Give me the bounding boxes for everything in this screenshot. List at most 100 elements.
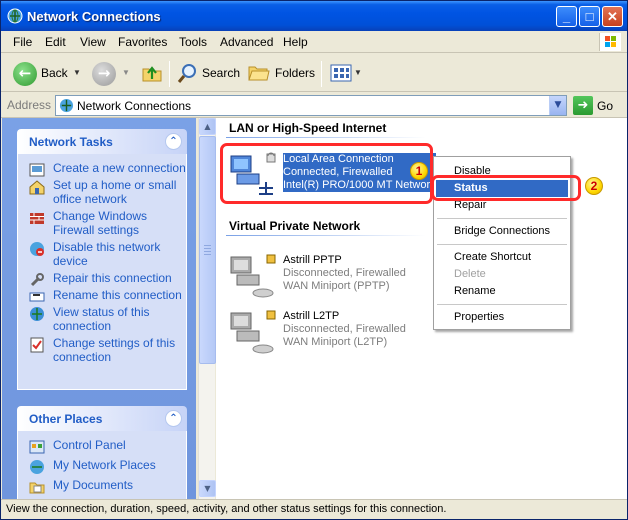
back-dropdown-icon[interactable]: ▼ [73,60,81,86]
rename-icon [29,292,45,302]
menu-help[interactable]: Help [283,35,308,49]
network-tasks-panel: Network Tasks ⌃ Create a new connection … [17,129,187,390]
home-network-icon [29,180,45,195]
connection-status: Disconnected, Firewalled [283,323,406,335]
views-dropdown-icon[interactable]: ▼ [354,60,362,86]
connection-device: WAN Miniport (L2TP) [283,336,388,348]
address-dropdown-icon[interactable]: ▼ [549,96,566,115]
address-bar: Address Network Connections ▼ ➜ Go [1,93,627,118]
disable-device-icon [30,242,44,256]
toolbar-separator [321,61,322,87]
task-create-connection[interactable]: Create a new connection [18,161,186,177]
status-icon [30,307,44,321]
status-text: View the connection, duration, speed, ac… [6,503,447,515]
toolbar: ← Back ▼ → ▼ Search Folders ▼ [1,54,627,92]
task-change-settings[interactable]: Change settings of this connection [18,336,186,364]
task-repair-connection[interactable]: Repair this connection [18,271,186,287]
group-lan-title: LAN or High-Speed Internet [229,121,387,135]
new-connection-icon [29,163,45,177]
address-value: Network Connections [77,99,192,113]
go-arrow-icon[interactable]: ➜ [573,96,593,115]
annotation-badge-2: 2 [585,177,603,195]
back-arrow-icon[interactable]: ← [13,62,37,86]
window-title: Network Connections [27,9,161,24]
other-places-panel: Other Places ⌃ Control Panel My Network … [17,406,187,499]
group-divider [226,137,426,138]
firewall-icon [30,213,44,224]
other-places-title: Other Places [29,412,103,426]
task-disable-device[interactable]: Disable this network device [18,240,186,268]
address-field[interactable]: Network Connections ▼ [55,95,567,116]
vpn-connection-icon [230,254,276,298]
title-bar[interactable]: Network Connections _ □ ✕ [1,1,627,31]
task-firewall-settings[interactable]: Change Windows Firewall settings [18,209,186,237]
connection-name: Astrill PPTP [283,254,342,266]
status-bar: View the connection, duration, speed, ac… [1,499,627,519]
task-pane-scrollbar[interactable]: ▲ ▼ [198,118,216,499]
scroll-up-icon[interactable]: ▲ [199,118,216,135]
menu-view[interactable]: View [80,35,106,49]
network-connections-icon [59,98,74,113]
repair-icon [30,273,44,287]
menu-edit[interactable]: Edit [45,35,66,49]
annotation-badge-1: 1 [410,162,428,180]
menu-item-rename[interactable]: Rename [436,283,568,300]
forward-arrow-icon[interactable]: → [92,62,116,86]
menu-item-properties[interactable]: Properties [436,309,568,326]
network-tasks-header[interactable]: Network Tasks ⌃ [17,129,187,154]
forward-dropdown-icon[interactable]: ▼ [122,60,130,86]
scroll-down-icon[interactable]: ▼ [199,480,216,497]
folders-button[interactable]: Folders [275,60,315,86]
close-button[interactable]: ✕ [602,6,623,27]
collapse-chevron-icon[interactable]: ⌃ [165,133,182,150]
place-my-documents[interactable]: My Documents [18,478,186,494]
folders-icon[interactable] [248,63,270,83]
task-home-network[interactable]: Set up a home or small office network [18,178,186,206]
address-label: Address [7,98,52,112]
menu-separator [437,218,567,219]
connection-astrill-l2tp[interactable]: Astrill L2TP Disconnected, Firewalled WA… [229,307,429,357]
place-my-network-places[interactable]: My Network Places [18,458,186,474]
annotation-box-status [431,175,581,201]
other-places-list: Control Panel My Network Places My Docum… [17,431,187,499]
menu-separator [437,244,567,245]
menu-item-bridge-connections[interactable]: Bridge Connections [436,223,568,240]
minimize-button[interactable]: _ [556,6,577,27]
group-divider [226,235,426,236]
menu-file[interactable]: File [13,35,32,49]
place-control-panel[interactable]: Control Panel [18,438,186,454]
network-tasks-list: Create a new connection Set up a home or… [17,154,187,390]
maximize-button[interactable]: □ [579,6,600,27]
vpn-connection-icon [230,310,276,354]
back-button[interactable]: Back [41,60,68,86]
menu-item-delete: Delete [454,268,486,280]
collapse-chevron-icon[interactable]: ⌃ [165,410,182,427]
connection-device: WAN Miniport (PPTP) [283,280,390,292]
toolbar-separator [169,61,170,87]
connection-astrill-pptp[interactable]: Astrill PPTP Disconnected, Firewalled WA… [229,251,429,301]
network-places-icon [30,460,44,474]
control-panel-icon [29,440,45,454]
documents-icon [29,482,45,494]
menu-item-create-shortcut[interactable]: Create Shortcut [436,249,568,266]
menu-separator [437,304,567,305]
windows-logo-icon [599,33,621,51]
task-rename-connection[interactable]: Rename this connection [18,288,186,302]
group-vpn-title: Virtual Private Network [229,219,361,233]
search-icon[interactable] [177,62,199,84]
menu-advanced[interactable]: Advanced [220,35,273,49]
network-connections-icon [7,8,23,24]
settings-icon [30,337,44,353]
views-icon[interactable] [330,64,352,82]
scrollbar-thumb[interactable] [199,136,216,364]
menu-favorites[interactable]: Favorites [118,35,167,49]
up-folder-icon[interactable] [141,62,163,84]
other-places-header[interactable]: Other Places ⌃ [17,406,187,431]
go-button[interactable]: Go [597,99,613,113]
explorer-window: Network Connections _ □ ✕ File Edit View… [0,0,628,520]
search-button[interactable]: Search [202,60,240,86]
menu-tools[interactable]: Tools [179,35,207,49]
annotation-box-connection [220,143,433,204]
task-view-status[interactable]: View status of this connection [18,305,186,333]
connection-status: Disconnected, Firewalled [283,267,406,279]
